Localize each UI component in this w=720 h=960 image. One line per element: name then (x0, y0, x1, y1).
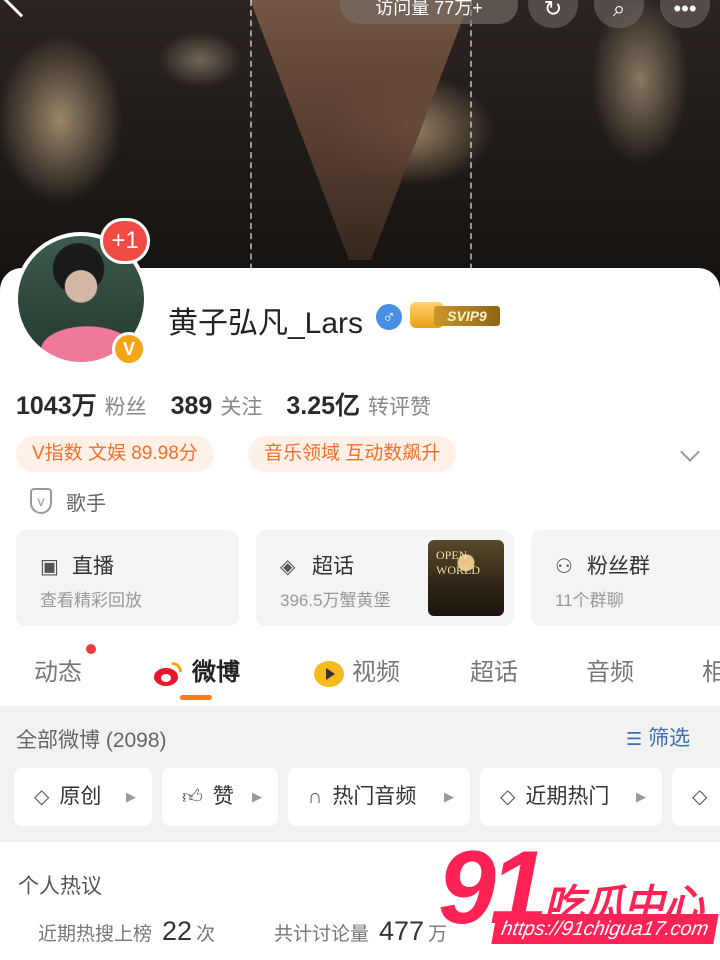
v-index-chip[interactable]: V指数 文娱 89.98分 (16, 436, 214, 472)
notification-dot (86, 644, 96, 654)
verified-badge: V (112, 332, 146, 366)
feed-title: 全部微博 (2098) (16, 729, 167, 752)
site-watermark: 91 吃瓜中心 https://91chigua17.com (438, 836, 720, 960)
stat-label: 转评赞 (368, 396, 432, 419)
headphones-icon: ∩ (308, 786, 323, 808)
tile-title: ▣ 直播 (40, 555, 114, 578)
pill-likes[interactable]: 👍︎ 赞 ▶ (162, 768, 278, 826)
pill-recent-hot[interactable]: ◇ 近期热门 ▶ (480, 768, 662, 826)
caret-right-icon: ▶ (126, 789, 136, 804)
watermark-url: https://91chigua17.com (491, 914, 719, 944)
profile-stats: 1043万 粉丝 389 关注 3.25亿 转评赞 (16, 386, 455, 422)
tab-dynamics[interactable]: 动态 (34, 652, 82, 687)
stat-fans[interactable]: 1043万 粉丝 (16, 386, 147, 422)
tile-live[interactable]: ▣ 直播 查看精彩回放 (16, 530, 239, 626)
music-domain-chip[interactable]: 音乐领域 互动数飙升 (248, 436, 457, 472)
tile-title: ⚇ 粉丝群 (555, 555, 650, 578)
male-icon: ♂ (376, 304, 402, 330)
tab-audio[interactable]: 音频 (586, 652, 634, 687)
cover-stitch-right (470, 0, 472, 300)
weibo-icon (152, 661, 182, 686)
caret-right-icon: ▶ (444, 789, 454, 804)
caret-right-icon: ▶ (636, 789, 646, 804)
svip-label: SVIP9 (434, 306, 500, 326)
supertopic-icon: ◈ (280, 556, 296, 578)
layers-icon: ◇ (692, 786, 708, 808)
caret-right-icon: ▶ (252, 789, 262, 804)
stat-label: 关注 (220, 396, 263, 419)
hot-stat-discussion: 共计讨论量 477 万 (274, 916, 448, 946)
stat-value: 1043万 (16, 392, 97, 420)
refresh-button[interactable]: ↻ (528, 0, 578, 28)
layers-icon: ◇ (34, 786, 50, 808)
top-bar: 访问量 77万+ ↻ ⌕ ••• (0, 0, 720, 30)
active-tab-indicator (180, 695, 212, 700)
video-icon (314, 660, 344, 687)
tab-video[interactable]: 视频 (314, 652, 400, 687)
more-button[interactable]: ••• (660, 0, 710, 28)
role-label: 歌手 (66, 493, 106, 515)
pill-hot-audio[interactable]: ∩ 热门音频 ▶ (288, 768, 470, 826)
svip-badge[interactable]: SVIP9 (410, 302, 500, 328)
profile-name: 黄子弘凡_Lars (168, 307, 364, 340)
tile-subtitle: 396.5万蟹黄堡 (280, 591, 391, 610)
stat-following[interactable]: 389 关注 (171, 391, 263, 421)
fans-group-icon: ⚇ (555, 556, 573, 578)
tile-supertopic[interactable]: ◈ 超话 396.5万蟹黄堡 OPEN WORLD (256, 530, 514, 626)
layers-icon: ◇ (500, 786, 516, 808)
refresh-icon: ↻ (543, 0, 563, 21)
tile-subtitle: 11个群聊 (555, 591, 624, 610)
more-icon: ••• (673, 0, 697, 21)
supertopic-thumbnail[interactable]: OPEN WORLD (428, 540, 504, 616)
cover-photo-skin (250, 0, 470, 260)
stat-value: 3.25亿 (286, 392, 361, 420)
tab-weibo[interactable]: 微博 (152, 652, 240, 687)
tab-more[interactable]: 相 (702, 652, 720, 687)
search-icon: ⌕ (612, 0, 626, 21)
stat-label: 粉丝 (104, 396, 147, 419)
stat-value: 389 (170, 392, 213, 420)
profile-tabs: 动态 微博 视频 超话 音频 相 (0, 640, 720, 704)
filter-icon: ☰ (626, 729, 643, 749)
tile-title: ◈ 超话 (280, 555, 354, 578)
pill-more[interactable]: ◇ (672, 768, 720, 826)
tile-fans-group[interactable]: ⚇ 粉丝群 11个群聊 (531, 530, 720, 626)
cover-stitch-left (250, 0, 252, 300)
shield-v-icon: v (30, 488, 52, 514)
thumbs-up-icon: 👍︎ (182, 786, 203, 808)
hot-title: 个人热议 (18, 875, 102, 898)
tab-supertopic[interactable]: 超话 (470, 652, 518, 687)
hot-stat-trending: 近期热搜上榜 22 次 (38, 916, 216, 946)
filter-button[interactable]: ☰ 筛选 (626, 722, 690, 752)
live-icon: ▣ (40, 556, 59, 578)
pill-original[interactable]: ◇ 原创 ▶ (14, 768, 152, 826)
stat-interactions[interactable]: 3.25亿 转评赞 (286, 386, 431, 422)
tile-subtitle: 查看精彩回放 (40, 591, 142, 610)
search-button[interactable]: ⌕ (594, 0, 644, 28)
back-icon[interactable] (2, 0, 40, 18)
visit-count-pill[interactable]: 访问量 77万+ (340, 0, 518, 24)
avatar-plus-badge[interactable]: +1 (100, 218, 150, 264)
